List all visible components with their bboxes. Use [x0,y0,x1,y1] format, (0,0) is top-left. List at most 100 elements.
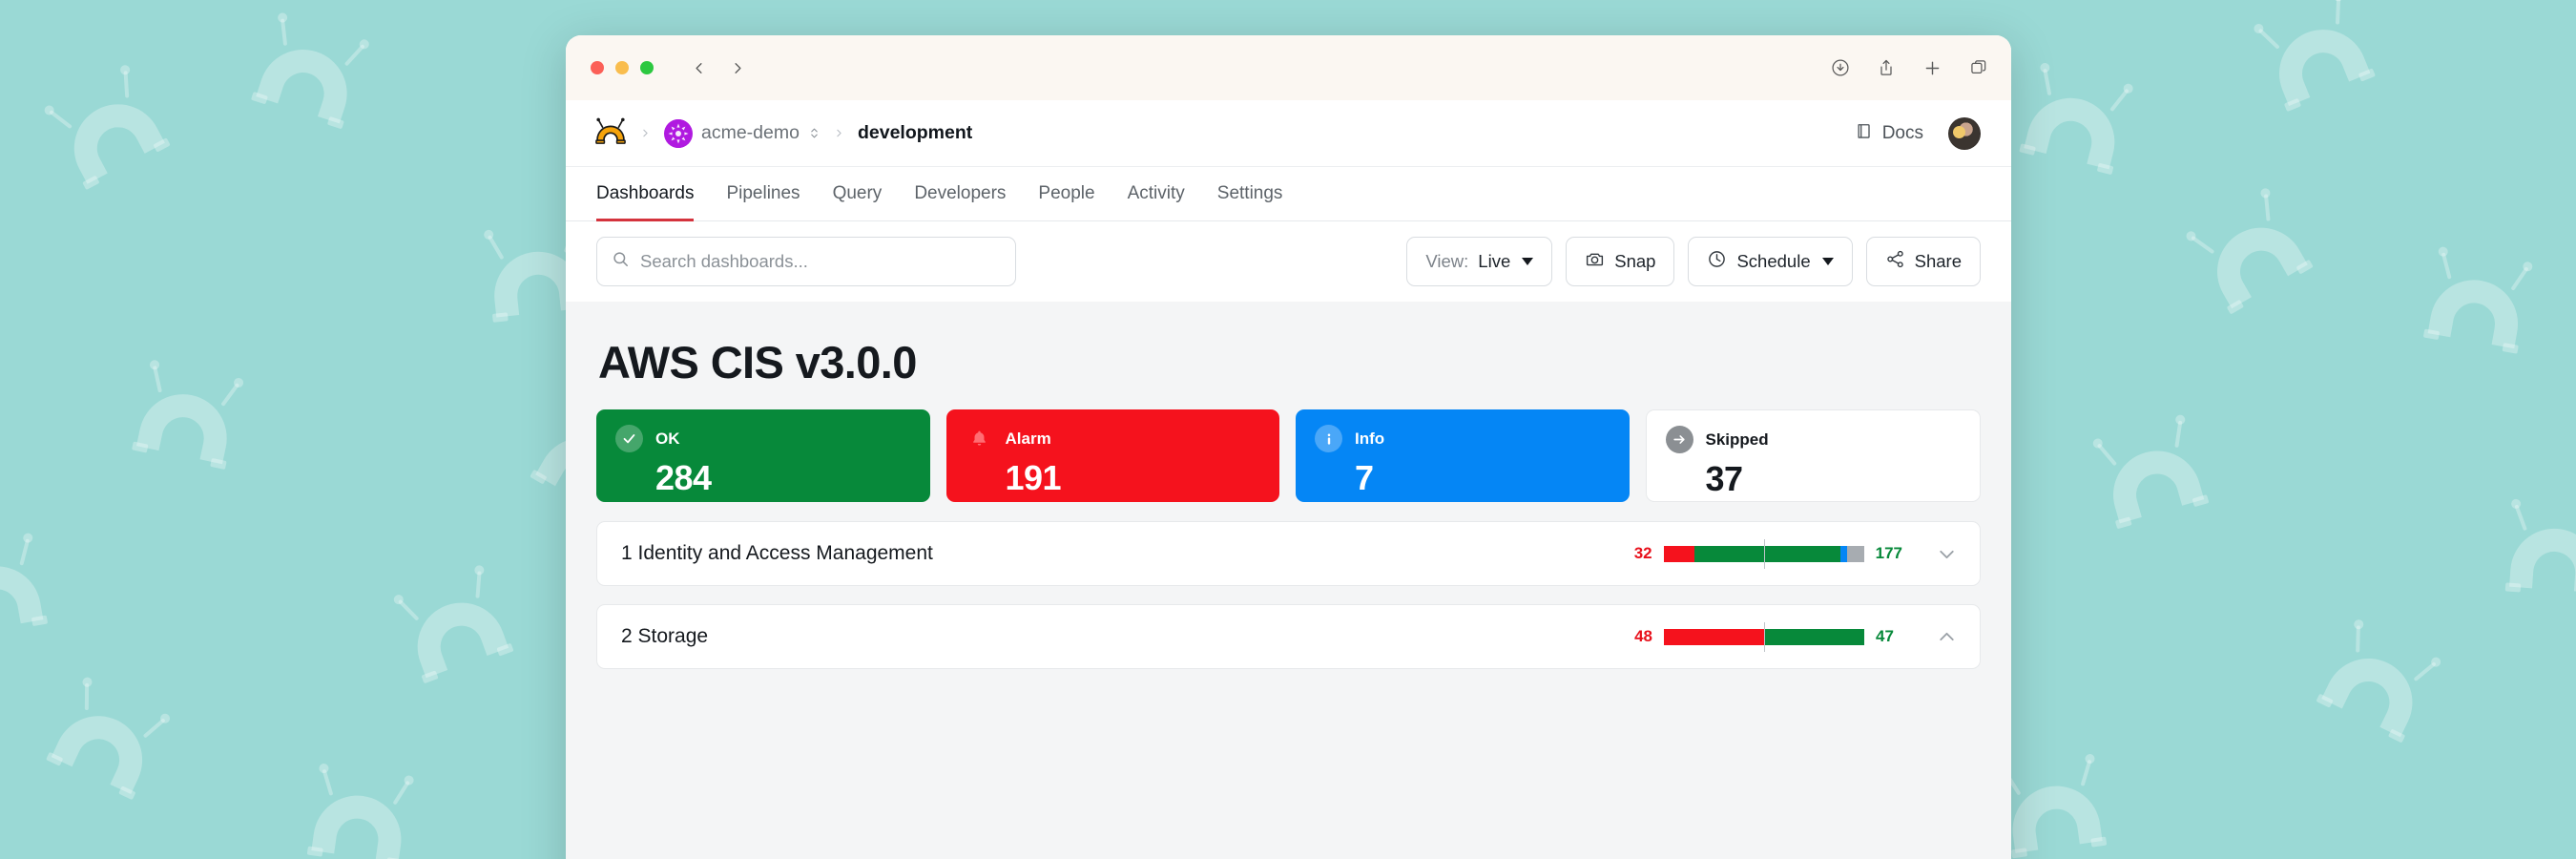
bell-icon [966,425,993,452]
view-value: Live [1478,251,1511,271]
breadcrumb-right-actions: Docs [1855,116,1981,150]
org-switcher-icon[interactable] [808,125,821,141]
docs-label: Docs [1881,122,1923,143]
breadcrumb-separator-2 [833,125,845,141]
schedule-dropdown[interactable]: Schedule [1688,237,1853,286]
chevron-up-icon[interactable] [1935,625,1959,649]
arrow-right-circle-icon [1665,426,1693,453]
titlebar-actions [1831,58,1988,78]
table-row[interactable]: 1 Identity and Access Management 32 177 [596,521,1981,586]
tab-label: Dashboards [596,183,695,203]
share-icon[interactable] [1877,58,1896,77]
status-card-label: Alarm [1005,429,1051,448]
snap-button[interactable]: Snap [1566,237,1675,286]
tab-label: Settings [1216,183,1283,203]
breadcrumb-org[interactable]: acme-demo [664,118,821,148]
new-tab-icon[interactable] [1922,58,1942,78]
tab-settings[interactable]: Settings [1201,167,1299,220]
check-circle-icon [615,425,643,452]
tab-label: Query [832,183,883,203]
status-card-value: 37 [1705,459,1744,498]
progress-midline [1763,538,1765,569]
breadcrumb: acme-demo development Docs [566,100,2011,167]
summary-cards: OK 284 Alarm 191 Info 7 Skipped 37 [596,409,1981,502]
dashboard-content: AWS CIS v3.0.0 OK 284 Alarm 191 Info 7 S… [566,302,2011,859]
group-ok-count: 177 [1875,544,1902,562]
tab-activity[interactable]: Activity [1111,167,1201,220]
segment-info [1840,545,1848,562]
status-card-alarm[interactable]: Alarm 191 [945,409,1279,502]
group-meter: 32 177 [1626,538,1959,569]
tab-people[interactable]: People [1022,167,1111,220]
tab-dashboards[interactable]: Dashboards [596,167,710,221]
tab-label: Pipelines [726,183,800,203]
share-nodes-icon [1885,249,1905,274]
tab-overview-icon[interactable] [1969,58,1988,77]
main-tabs: Dashboards Pipelines Query Developers Pe… [566,167,2011,221]
traffic-lights [591,61,654,74]
chevron-down-icon [1522,258,1534,265]
page-title: AWS CIS v3.0.0 [598,337,917,388]
status-card-label: Skipped [1705,430,1769,449]
group-progress-bar [1663,538,1864,569]
search-box[interactable] [596,237,1016,286]
snap-label: Snap [1614,251,1656,271]
share-button[interactable]: Share [1865,237,1981,286]
close-window-button[interactable] [591,61,604,74]
camera-icon [1585,249,1605,274]
group-alarm-count: 32 [1633,544,1652,562]
group-title: 1 Identity and Access Management [621,542,933,564]
breadcrumb-separator [639,125,652,141]
tab-label: Activity [1127,183,1185,203]
search-input[interactable] [640,251,1001,272]
segment-ok [1693,545,1841,562]
status-card-skipped[interactable]: Skipped 37 [1645,409,1981,502]
tab-developers[interactable]: Developers [898,167,1022,220]
tab-label: People [1038,183,1095,203]
browser-titlebar [566,35,2011,100]
status-card-label: Info [1355,429,1385,448]
status-card-value: 284 [655,458,712,497]
tab-pipelines[interactable]: Pipelines [710,167,816,220]
breadcrumb-workspace-label: development [857,122,973,143]
browser-navigation [690,59,747,77]
breadcrumb-org-label: acme-demo [701,122,800,143]
status-card-label: OK [655,429,680,448]
status-card-info[interactable]: Info 7 [1296,409,1630,502]
tab-label: Developers [914,183,1007,203]
share-label: Share [1914,251,1962,271]
schedule-label: Schedule [1736,251,1811,271]
group-meter: 48 47 [1626,621,1959,652]
view-mode-dropdown[interactable]: View: Live [1406,237,1553,286]
toolbar-actions: View: Live Snap Schedule Share [1406,237,1981,286]
browser-window: acme-demo development Docs Dashboards Pi… [566,35,2011,859]
segment-ok [1765,628,1864,645]
status-card-ok[interactable]: OK 284 [596,409,930,502]
downloads-icon[interactable] [1831,58,1850,77]
forward-icon[interactable] [729,59,747,77]
book-icon [1855,121,1874,146]
tab-query[interactable]: Query [817,167,899,220]
segment-alarm [1664,628,1766,645]
minimize-window-button[interactable] [615,61,629,74]
turbot-logo-icon [594,117,627,150]
progress-midline [1764,621,1765,652]
status-card-value: 7 [1355,458,1374,497]
breadcrumb-workspace[interactable]: development [858,122,972,144]
org-avatar-icon [664,118,693,148]
back-icon[interactable] [690,59,708,77]
maximize-window-button[interactable] [640,61,654,74]
status-card-value: 191 [1005,458,1062,497]
table-row[interactable]: 2 Storage 48 47 [596,604,1981,669]
docs-link[interactable]: Docs [1855,121,1923,146]
benchmark-group-list: 1 Identity and Access Management 32 177 [596,521,1981,669]
group-alarm-count: 48 [1634,627,1652,645]
view-label: View: [1425,251,1469,271]
chevron-down-icon[interactable] [1935,542,1959,566]
chevron-down-icon [1821,258,1834,265]
avatar[interactable] [1948,116,1981,150]
breadcrumb-home[interactable] [594,117,627,150]
search-icon [612,250,630,273]
group-title: 2 Storage [621,625,709,647]
segment-skipped [1847,545,1864,562]
